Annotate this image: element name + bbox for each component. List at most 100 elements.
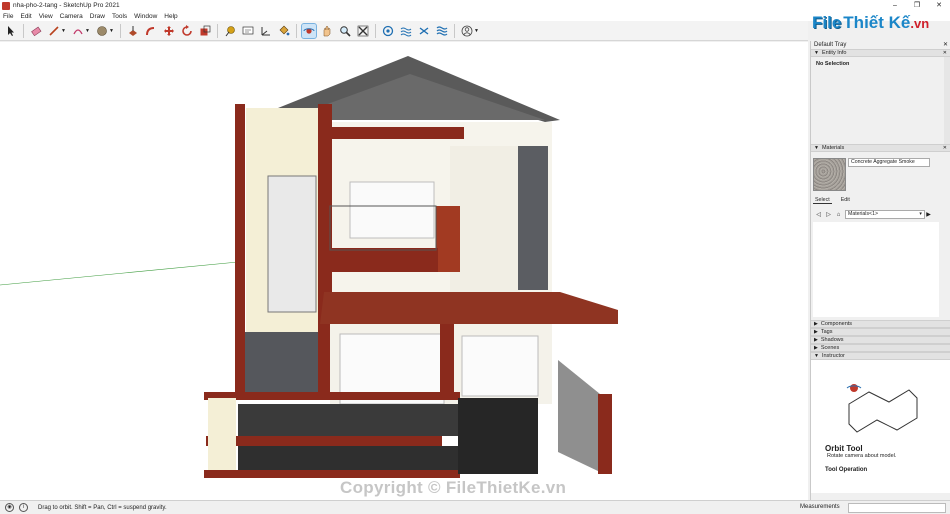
- paint-bucket-tool-icon[interactable]: [277, 24, 291, 38]
- close-icon[interactable]: ✕: [943, 145, 947, 152]
- stone-wall-lower: [244, 332, 320, 398]
- red-balcony-block: [436, 206, 460, 272]
- default-tray: Default Tray ✕ ▼ Entity Info ✕ No Selecti…: [810, 41, 950, 500]
- stone-pillar-upper: [518, 146, 548, 290]
- close-icon[interactable]: ✕: [943, 41, 948, 48]
- chevron-down-icon[interactable]: ▼: [85, 28, 91, 34]
- chevron-down-icon[interactable]: ▼: [61, 28, 67, 34]
- side-wall: [558, 360, 600, 472]
- panel-header-scenes[interactable]: ▶ Scenes: [811, 344, 950, 352]
- menu-window[interactable]: Window: [134, 13, 157, 20]
- green-axis-line: [0, 261, 239, 286]
- toolbar-separator: [296, 23, 297, 38]
- collapse-triangle-icon: ▼: [814, 50, 819, 56]
- instructor-tool-name: Orbit Tool: [825, 444, 863, 453]
- menu-bar: File Edit View Camera Draw Tools Window …: [0, 11, 950, 21]
- account-icon[interactable]: [460, 24, 474, 38]
- material-swatch[interactable]: [813, 158, 846, 191]
- red-pillar-ground: [440, 324, 454, 396]
- close-icon[interactable]: ✕: [943, 50, 947, 57]
- instructor-tool-desc: Rotate camera about model.: [827, 453, 897, 459]
- panel-header-instructor[interactable]: ▼ Instructor: [811, 352, 950, 360]
- entity-info-body: No Selection: [811, 57, 950, 144]
- extension-manager-icon[interactable]: [435, 24, 449, 38]
- materials-collection-dropdown[interactable]: Materials<1>: [845, 210, 925, 219]
- menu-tools[interactable]: Tools: [112, 13, 127, 20]
- minimize-button[interactable]: –: [884, 0, 906, 11]
- window-title: nha-pho-2-tang - SketchUp Pro 2021: [13, 2, 120, 9]
- chevron-down-icon[interactable]: ▼: [109, 28, 115, 34]
- arc-tool-icon[interactable]: [71, 24, 85, 38]
- panel-header-entity-info[interactable]: ▼ Entity Info ✕: [811, 49, 950, 57]
- extension-warehouse-icon[interactable]: [399, 24, 413, 38]
- 3d-warehouse-icon[interactable]: [381, 24, 395, 38]
- details-arrow-icon[interactable]: ▶: [925, 211, 932, 218]
- tab-edit[interactable]: Edit: [839, 197, 852, 204]
- instructor-body: Orbit Tool Rotate camera about model. To…: [811, 360, 950, 493]
- geo-location-icon[interactable]: ◉: [5, 503, 14, 512]
- pan-tool-icon[interactable]: [320, 24, 334, 38]
- materials-nav-row: ◁ ▷ ⌂ Materials<1> ▶: [815, 210, 945, 219]
- collapse-triangle-icon: ▼: [814, 145, 819, 151]
- toolbar-separator: [217, 23, 218, 38]
- menu-file[interactable]: File: [3, 13, 13, 20]
- fence-top-rail: [204, 392, 460, 400]
- zoom-tool-icon[interactable]: [338, 24, 352, 38]
- red-pillar-left: [235, 104, 245, 396]
- gate: [458, 398, 538, 474]
- menu-help[interactable]: Help: [164, 13, 177, 20]
- select-tool-icon[interactable]: [4, 24, 18, 38]
- menu-draw[interactable]: Draw: [90, 13, 105, 20]
- tray-title: Default Tray: [814, 42, 847, 48]
- shapes-tool-icon[interactable]: [95, 24, 109, 38]
- menu-edit[interactable]: Edit: [20, 13, 31, 20]
- back-arrow-icon[interactable]: ◁: [815, 211, 822, 218]
- help-icon[interactable]: i: [19, 503, 28, 512]
- model-viewport[interactable]: [0, 42, 808, 500]
- axes-tool-icon[interactable]: [259, 24, 273, 38]
- close-button[interactable]: ✕: [928, 0, 950, 11]
- zoom-extents-tool-icon[interactable]: [356, 24, 370, 38]
- title-bar: nha-pho-2-tang - SketchUp Pro 2021 – ❐ ✕: [0, 0, 950, 11]
- copyright-watermark: Copyright © FileThietKe.vn: [340, 478, 567, 497]
- expand-triangle-icon: ▶: [814, 337, 818, 343]
- rotate-tool-icon[interactable]: [180, 24, 194, 38]
- ground-windows: [461, 335, 539, 397]
- toolbar-separator: [23, 23, 24, 38]
- status-bar: ◉ i Drag to orbit. Shift = Pan, Ctrl = s…: [0, 500, 950, 514]
- panel-header-components[interactable]: ▶ Components: [811, 320, 950, 328]
- measurements-label: Measurements: [800, 504, 840, 510]
- text-tool-icon[interactable]: [241, 24, 255, 38]
- scale-tool-icon[interactable]: [198, 24, 212, 38]
- follow-me-tool-icon[interactable]: [144, 24, 158, 38]
- chevron-down-icon[interactable]: ▼: [474, 28, 480, 34]
- materials-list[interactable]: [813, 222, 939, 317]
- menu-view[interactable]: View: [39, 13, 53, 20]
- push-pull-tool-icon[interactable]: [126, 24, 140, 38]
- orbit-tool-icon[interactable]: [301, 22, 317, 39]
- red-post-right: [598, 394, 612, 474]
- panel-header-tags[interactable]: ▶ Tags: [811, 328, 950, 336]
- house-model: [0, 56, 618, 478]
- line-tool-icon[interactable]: [47, 24, 61, 38]
- tab-select[interactable]: Select: [813, 197, 832, 204]
- tape-measure-tool-icon[interactable]: [223, 24, 237, 38]
- stair-window: [267, 175, 317, 313]
- main-toolbar: ▼ ▼ ▼ ▼: [0, 21, 808, 41]
- menu-camera[interactable]: Camera: [60, 13, 83, 20]
- home-icon[interactable]: ⌂: [835, 212, 842, 218]
- move-tool-icon[interactable]: [162, 24, 176, 38]
- selection-status: No Selection: [816, 61, 850, 67]
- panel-header-materials[interactable]: ▼ Materials ✕: [811, 144, 950, 152]
- window-controls: – ❐ ✕: [884, 0, 950, 11]
- upper-window: [349, 181, 435, 239]
- maximize-button[interactable]: ❐: [906, 0, 928, 11]
- forward-arrow-icon[interactable]: ▷: [825, 211, 832, 218]
- material-name-field[interactable]: Concrete Aggregate Smoke: [848, 158, 930, 167]
- collapse-triangle-icon: ▼: [814, 353, 819, 359]
- measurements-input[interactable]: [848, 503, 946, 513]
- panel-header-shadows[interactable]: ▶ Shadows: [811, 336, 950, 344]
- materials-tabs: Select Edit: [813, 197, 859, 204]
- layout-icon[interactable]: [417, 24, 431, 38]
- eraser-tool-icon[interactable]: [29, 24, 43, 38]
